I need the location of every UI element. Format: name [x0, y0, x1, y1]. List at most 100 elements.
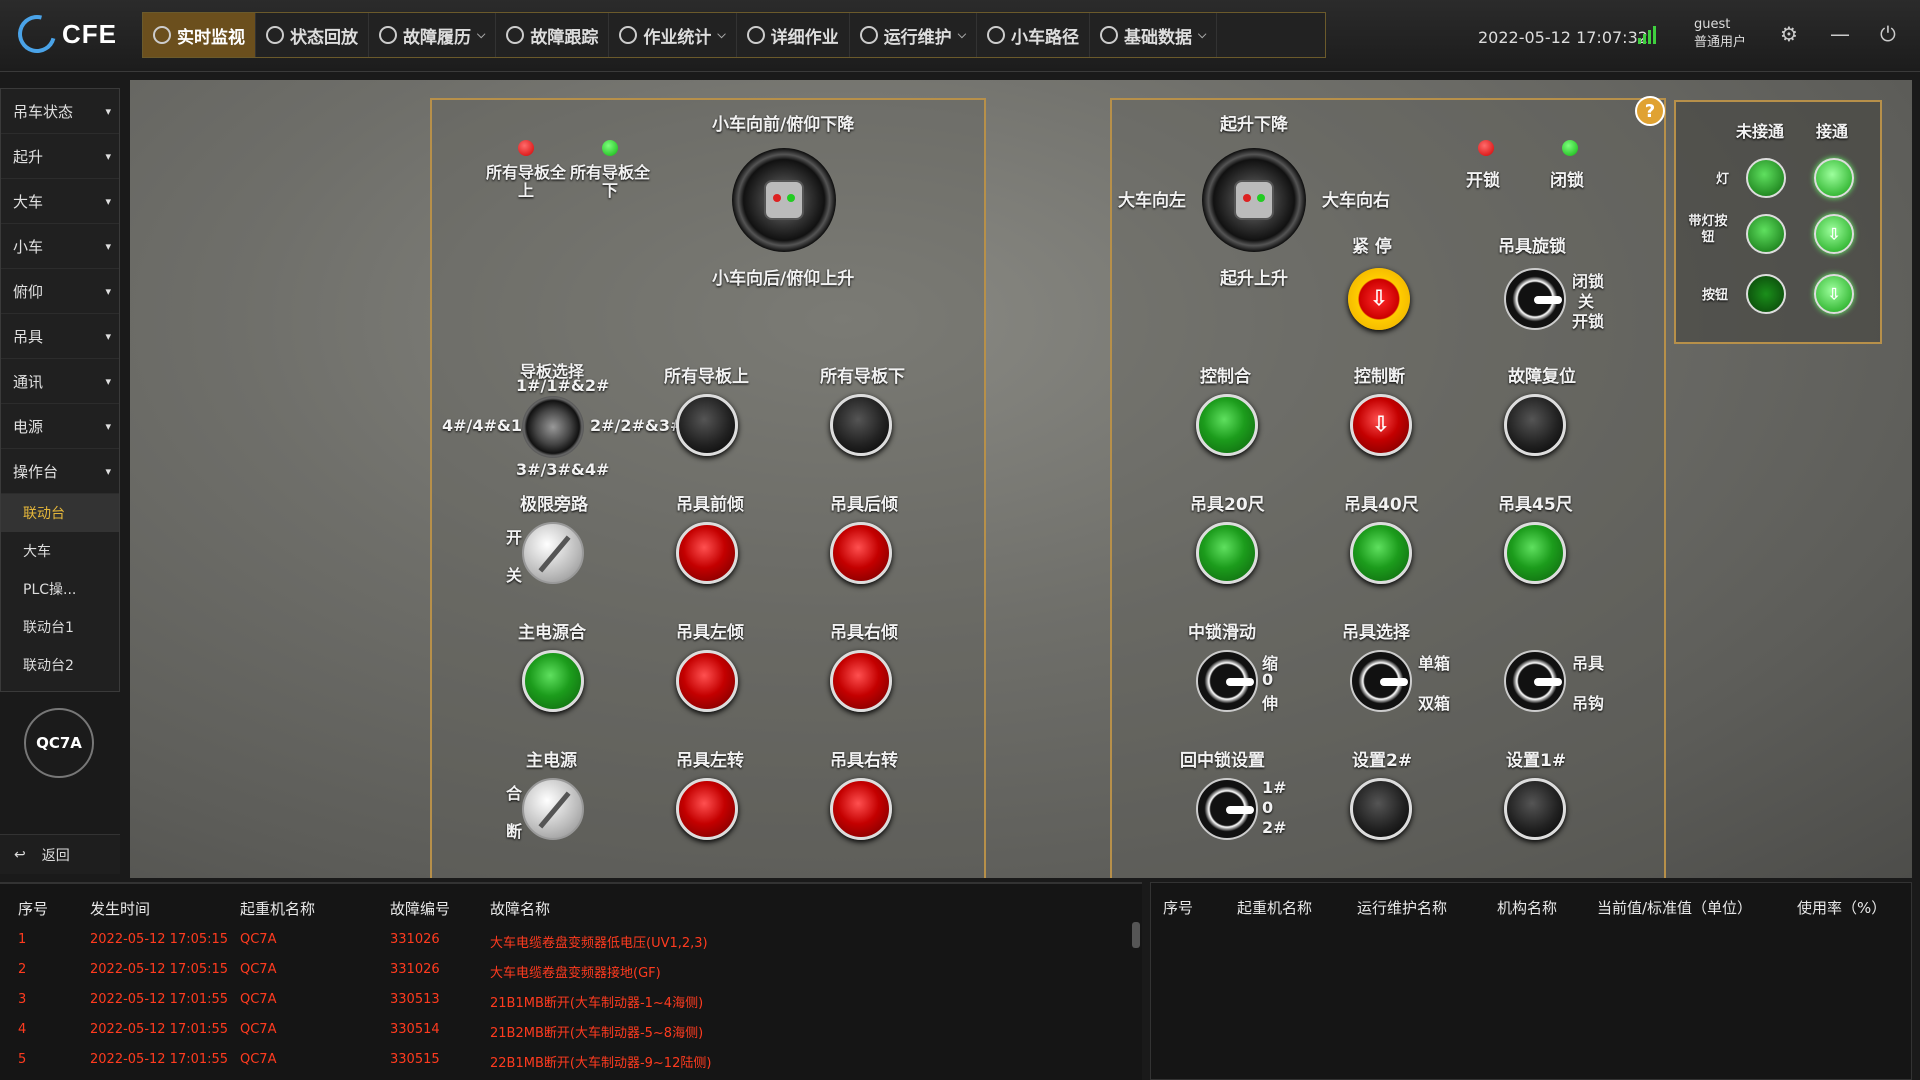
spreader-right-rotate-button[interactable]: [830, 778, 892, 840]
user-info[interactable]: guest 普通用户: [1694, 16, 1746, 52]
nav-item-6[interactable]: 运行维护 ⌵: [850, 13, 978, 57]
main-power-on-button[interactable]: [522, 650, 584, 712]
control-on-button[interactable]: [1196, 394, 1258, 456]
spreader-right-rot-label: 吊具右转: [830, 751, 898, 771]
limit-bypass-key-switch[interactable]: [522, 522, 584, 584]
maint-col-header[interactable]: 序号: [1163, 897, 1193, 918]
help-icon[interactable]: ?: [1635, 96, 1665, 126]
nav-item-1[interactable]: 状态回放: [256, 13, 369, 57]
all-guide-up-button[interactable]: [676, 394, 738, 456]
sidebar-item-5[interactable]: 吊具 ▾: [1, 314, 119, 359]
spreader-right-tilt-label: 吊具右倾: [830, 623, 898, 643]
fault-col-header[interactable]: 序号: [18, 898, 48, 919]
sidebar-subitem-3[interactable]: 联动台1: [1, 608, 119, 646]
minimize-icon[interactable]: —: [1830, 22, 1850, 46]
sidebar-item-3[interactable]: 小车 ▾: [1, 224, 119, 269]
spreader-right-tilt-button[interactable]: [830, 650, 892, 712]
nav-item-0[interactable]: 实时监视: [143, 13, 256, 57]
fault-col-header[interactable]: 故障名称: [490, 898, 550, 919]
set1-button[interactable]: [1504, 778, 1566, 840]
trolley-joystick[interactable]: [732, 148, 836, 252]
control-off-button[interactable]: ⇩: [1350, 394, 1412, 456]
main-power-key-switch[interactable]: [522, 778, 584, 840]
back-label: 返回: [41, 847, 70, 864]
back-button[interactable]: ↩ 返回: [0, 834, 120, 874]
nav-item-2[interactable]: 故障履历 ⌵: [369, 13, 497, 57]
sidebar-item-2[interactable]: 大车 ▾: [1, 179, 119, 224]
legend-row-lamp: 灯: [1716, 172, 1730, 187]
power-icon[interactable]: ⏻: [1880, 22, 1896, 46]
logo: CFE: [11, 8, 117, 60]
spreader-select-selector[interactable]: [1350, 650, 1412, 712]
spreader-front-tilt-button[interactable]: [676, 522, 738, 584]
center-set-label: 回中锁设置: [1180, 751, 1265, 771]
table-row[interactable]: 4 2022-05-12 17:01:55 QC7A 330514 21B2MB断开(大…: [0, 1016, 1142, 1046]
nav-item-label: 小车路径: [1011, 27, 1080, 48]
emergency-stop-button[interactable]: ⇩: [1348, 268, 1410, 330]
hoist-down-label: 起升下降: [1220, 115, 1288, 135]
maint-col-header[interactable]: 机构名称: [1497, 897, 1557, 918]
spreader-left-rot-label: 吊具左转: [676, 751, 744, 771]
sidebar-item-8[interactable]: 操作台 ▾: [1, 449, 119, 494]
fault-col-header[interactable]: 起重机名称: [240, 898, 315, 919]
table-row[interactable]: 1 2022-05-12 17:05:15 QC7A 331026 大车电缆卷盘变频器低…: [0, 926, 1142, 956]
nav-item-3[interactable]: 故障跟踪: [496, 13, 610, 57]
maint-col-header[interactable]: 当前值/标准值（单位）: [1597, 897, 1752, 918]
fault-col-header[interactable]: 故障编号: [390, 898, 450, 919]
sidebar-subitem-4[interactable]: 联动台2: [1, 646, 119, 684]
table-row[interactable]: 5 2022-05-12 17:01:55 QC7A 330515 22B1MB断开(大…: [0, 1046, 1142, 1076]
nav-item-5[interactable]: 详细作业: [737, 13, 850, 57]
nav-item-7[interactable]: 小车路径: [977, 13, 1091, 57]
maint-col-header[interactable]: 起重机名称: [1237, 897, 1312, 918]
fault-col-header[interactable]: 发生时间: [90, 898, 150, 919]
table-cell: 2022-05-12 17:05:15: [90, 932, 229, 947]
table-cell: 21B1MB断开(大车制动器-1~4海侧): [490, 996, 704, 1011]
center-set-selector[interactable]: [1196, 778, 1258, 840]
sidebar-item-7[interactable]: 电源 ▾: [1, 404, 119, 449]
fault-table-scrollbar[interactable]: [1132, 922, 1140, 948]
spreader-45ft-button[interactable]: [1504, 522, 1566, 584]
fault-reset-button[interactable]: [1504, 394, 1566, 456]
nav-item-4[interactable]: 作业统计 ⌵: [609, 13, 737, 57]
spreader-40ft-button[interactable]: [1350, 522, 1412, 584]
control-off-label: 控制断: [1354, 367, 1405, 387]
warning-icon: [379, 26, 397, 44]
nav-item-8[interactable]: 基础数据 ⌵: [1090, 13, 1218, 57]
center-slide-selector[interactable]: [1196, 650, 1258, 712]
control-on-label: 控制合: [1200, 367, 1251, 387]
sidebar-item-4[interactable]: 俯仰 ▾: [1, 269, 119, 314]
spreader-20ft-button[interactable]: [1196, 522, 1258, 584]
center-set-0-pos: 0: [1262, 798, 1274, 817]
legend-button-on: ⇩: [1814, 274, 1854, 314]
hoist-gantry-joystick[interactable]: [1202, 148, 1306, 252]
maint-col-header[interactable]: 运行维护名称: [1357, 897, 1447, 918]
chevron-down-icon: ⌵: [1198, 28, 1207, 41]
sidebar-item-6[interactable]: 通讯 ▾: [1, 359, 119, 404]
right-console-panel: 起升下降 大车向左 大车向右 起升上升 开锁 闭锁 紧 停 ⇩ 吊具旋锁 闭锁 …: [1110, 98, 1666, 878]
maintenance-table: 序号 起重机名称 运行维护名称 机构名称 当前值/标准值（单位） 使用率（%）: [1150, 882, 1912, 1080]
spreader-left-tilt-button[interactable]: [676, 650, 738, 712]
gear-icon[interactable]: ⚙: [1780, 22, 1798, 46]
twistlock-selector[interactable]: [1504, 268, 1566, 330]
crane-badge[interactable]: QC7A: [24, 708, 94, 778]
spreader-left-rotate-button[interactable]: [676, 778, 738, 840]
table-cell: 331026: [390, 932, 440, 947]
sidebar-item-1[interactable]: 起升 ▾: [1, 134, 119, 179]
caret-down-icon: ▾: [105, 194, 111, 208]
legend-lit-button-on: ⇩: [1814, 214, 1854, 254]
guide-select-knob[interactable]: [522, 396, 584, 458]
sidebar-subitem-1[interactable]: 大车: [1, 532, 119, 570]
sidebar-item-label: 小车: [13, 237, 44, 256]
set2-button[interactable]: [1350, 778, 1412, 840]
table-row[interactable]: 2 2022-05-12 17:05:15 QC7A 331026 大车电缆卷盘变频器接…: [0, 956, 1142, 986]
sidebar-subitem-2[interactable]: PLC操...: [1, 570, 119, 608]
table-row[interactable]: 3 2022-05-12 17:01:55 QC7A 330513 21B1MB断开(大…: [0, 986, 1142, 1016]
spreader-hook-selector[interactable]: [1504, 650, 1566, 712]
maint-col-header[interactable]: 使用率（%）: [1797, 897, 1886, 918]
all-guide-down-button[interactable]: [830, 394, 892, 456]
sidebar-subitem-0[interactable]: 联动台: [1, 494, 119, 532]
spreader-back-tilt-button[interactable]: [830, 522, 892, 584]
sidebar-item-0[interactable]: 吊车状态 ▾: [1, 89, 119, 134]
emergency-stop-label: 紧 停: [1352, 237, 1392, 257]
database-icon: [1100, 26, 1119, 44]
